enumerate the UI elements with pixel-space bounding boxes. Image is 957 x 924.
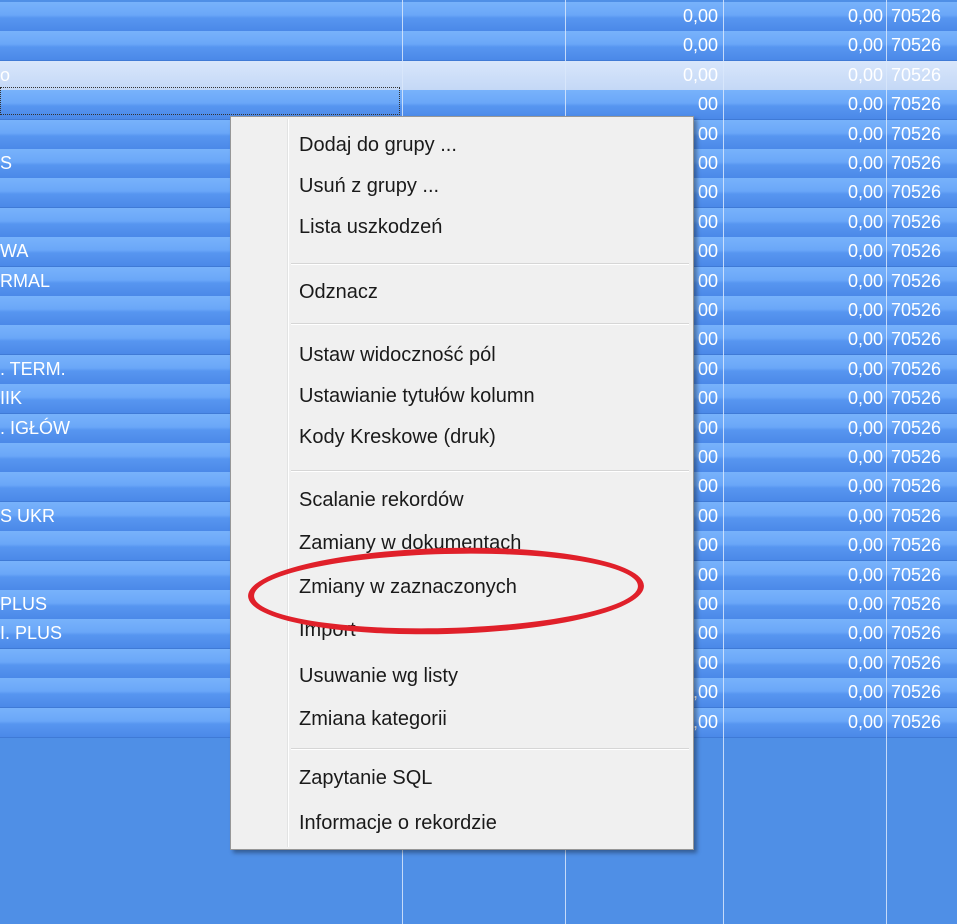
table-row[interactable]: 0,00 0,00 70526 (0, 2, 957, 32)
menu-separator (291, 323, 689, 325)
cell-code: 70526 (891, 359, 942, 379)
menu-separator (291, 263, 689, 265)
cell-code: 70526 (891, 271, 942, 291)
column-divider (723, 0, 724, 924)
cell-code: 70526 (891, 476, 942, 496)
column-divider (886, 0, 887, 924)
cell-value-2: 0,00 (847, 124, 883, 144)
cell-code: 70526 (891, 212, 942, 232)
cell-code: 70526 (891, 153, 942, 173)
menu-item-barcodes-print[interactable]: Kody Kreskowe (druk) (299, 419, 496, 455)
menu-item-column-titles[interactable]: Ustawianie tytułów kolumn (299, 378, 535, 414)
cell-value-2: 0,00 (847, 182, 883, 202)
cell-value-2: 0,00 (847, 506, 883, 526)
cell-value-2: 0,00 (847, 271, 883, 291)
cell-code: 70526 (891, 447, 942, 467)
cell-code: 70526 (891, 506, 942, 526)
cell-code: 70526 (891, 182, 942, 202)
cell-code: 70526 (891, 712, 942, 732)
menu-item-sql-query[interactable]: Zapytanie SQL (299, 760, 432, 796)
cell-value-2: 0,00 (847, 65, 883, 85)
menu-item-damage-list[interactable]: Lista uszkodzeń (299, 209, 442, 245)
menu-icon-gutter (287, 119, 289, 847)
cell-code: 70526 (891, 6, 942, 26)
cell-value-2: 0,00 (847, 447, 883, 467)
cell-value-2: 0,00 (847, 565, 883, 585)
focus-rectangle (0, 87, 400, 115)
cell-name (0, 31, 401, 60)
cell-code: 70526 (891, 65, 942, 85)
cell-value-2: 0,00 (847, 153, 883, 173)
cell-value-2: 0,00 (847, 535, 883, 555)
menu-item-add-to-group[interactable]: Dodaj do grupy ... (299, 127, 457, 163)
cell-code: 70526 (891, 329, 942, 349)
menu-item-field-visibility[interactable]: Ustaw widoczność pól (299, 337, 496, 373)
menu-separator (291, 470, 689, 472)
cell-code: 70526 (891, 124, 942, 144)
menu-item-unselect[interactable]: Odznacz (299, 274, 378, 310)
cell-code: 70526 (891, 594, 942, 614)
menu-item-remove-from-group[interactable]: Usuń z grupy ... (299, 168, 439, 204)
cell-value-2: 0,00 (847, 653, 883, 673)
cell-value-1: 00 (697, 94, 718, 114)
cell-value-2: 0,00 (847, 35, 883, 55)
context-menu: Dodaj do grupy ... Usuń z grupy ... List… (230, 116, 694, 850)
cell-value-1: 0,00 (682, 6, 718, 26)
cell-code: 70526 (891, 35, 942, 55)
cell-code: 70526 (891, 300, 942, 320)
cell-empty (404, 31, 564, 60)
cell-value-2: 0,00 (847, 329, 883, 349)
cell-code: 70526 (891, 565, 942, 585)
cell-code: 70526 (891, 653, 942, 673)
cell-value-2: 0,00 (847, 476, 883, 496)
menu-item-delete-by-list[interactable]: Usuwanie wg listy (299, 658, 458, 694)
menu-item-record-info[interactable]: Informacje o rekordzie (299, 805, 497, 841)
cell-value-2: 0,00 (847, 388, 883, 408)
cell-value-2: 0,00 (847, 418, 883, 438)
cell-value-2: 0,00 (847, 6, 883, 26)
cell-value-2: 0,00 (847, 594, 883, 614)
cell-value-2: 0,00 (847, 712, 883, 732)
cell-value-2: 0,00 (847, 623, 883, 643)
cell-code: 70526 (891, 535, 942, 555)
cell-value-1: 0,00 (682, 65, 718, 85)
cell-value-1: 0,00 (682, 35, 718, 55)
cell-empty (404, 2, 564, 31)
menu-separator (291, 748, 689, 750)
cell-code: 70526 (891, 94, 942, 114)
cell-value-2: 0,00 (847, 212, 883, 232)
cell-code: 70526 (891, 418, 942, 438)
cell-code: 70526 (891, 682, 942, 702)
menu-item-merge-records[interactable]: Scalanie rekordów (299, 482, 464, 518)
menu-item-change-category[interactable]: Zmiana kategorii (299, 701, 447, 737)
cell-value-2: 0,00 (847, 300, 883, 320)
cell-value-2: 0,00 (847, 359, 883, 379)
cell-code: 70526 (891, 241, 942, 261)
cell-value-2: 0,00 (847, 682, 883, 702)
cell-empty (404, 61, 564, 90)
cell-value-2: 0,00 (847, 241, 883, 261)
cell-name (0, 2, 401, 31)
table-row[interactable]: 0,00 0,00 70526 (0, 31, 957, 61)
cell-empty (404, 90, 564, 119)
cell-name: o (0, 65, 11, 85)
cell-code: 70526 (891, 388, 942, 408)
cell-value-2: 0,00 (847, 94, 883, 114)
cell-code: 70526 (891, 623, 942, 643)
